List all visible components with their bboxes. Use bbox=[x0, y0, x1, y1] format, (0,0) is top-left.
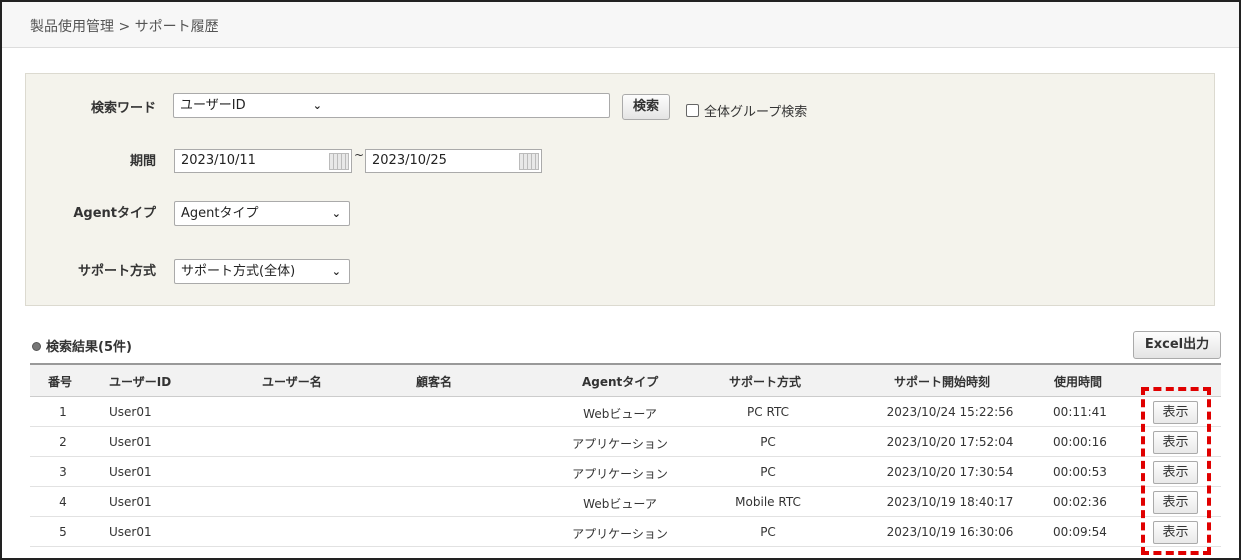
header-user-id: ユーザーID bbox=[109, 375, 172, 389]
cell-no: 3 bbox=[59, 465, 67, 479]
cell-duration: 00:00:16 bbox=[1053, 435, 1107, 449]
header-user-name: ユーザー名 bbox=[262, 375, 322, 389]
chevron-down-icon: ⌄ bbox=[331, 207, 341, 220]
cell-no: 2 bbox=[59, 435, 67, 449]
cell-duration: 00:00:53 bbox=[1053, 465, 1107, 479]
header-agent-type: Agentタイプ bbox=[582, 375, 659, 389]
table-row: 4 User01 Webビューア Mobile RTC 2023/10/19 18:40… bbox=[30, 487, 1221, 517]
cell-agent-type: アプリケーション bbox=[572, 437, 668, 451]
excel-export-button[interactable]: Excel出力 bbox=[1133, 331, 1221, 359]
calendar-icon[interactable] bbox=[329, 153, 349, 170]
header-start-time: サポート開始時刻 bbox=[894, 375, 991, 389]
keyword-type-value: ユーザーID bbox=[180, 98, 246, 113]
cell-start: 2023/10/20 17:30:54 bbox=[886, 465, 1014, 479]
support-method-select[interactable]: サポート方式(全体) ⌄ bbox=[174, 259, 350, 284]
cell-start: 2023/10/24 15:22:56 bbox=[886, 405, 1014, 419]
cell-start: 2023/10/20 17:52:04 bbox=[886, 435, 1014, 449]
cell-no: 4 bbox=[59, 495, 67, 509]
keyword-label: 検索ワード bbox=[90, 101, 156, 116]
search-panel: 検索ワード ユーザーID ⌄ 検索 全体グループ検索 期間 2023/10/11… bbox=[25, 73, 1215, 306]
cell-user-id: User01 bbox=[109, 495, 152, 509]
cell-method: PC bbox=[760, 465, 776, 479]
cell-duration: 00:11:41 bbox=[1053, 405, 1107, 419]
cell-no: 1 bbox=[59, 405, 67, 419]
cell-no: 5 bbox=[59, 525, 67, 539]
keyword-input[interactable]: ユーザーID ⌄ bbox=[173, 93, 610, 118]
cell-user-id: User01 bbox=[109, 405, 152, 419]
cell-duration: 00:02:36 bbox=[1053, 495, 1107, 509]
date-from-input[interactable]: 2023/10/11 bbox=[174, 149, 352, 173]
keyword-type-select[interactable]: ユーザーID ⌄ bbox=[174, 94, 330, 119]
header-customer: 顧客名 bbox=[416, 375, 453, 389]
table-row: 1 User01 Webビューア PC RTC 2023/10/24 15:22:56 0… bbox=[30, 397, 1221, 427]
support-method-label: サポート方式 bbox=[77, 264, 156, 279]
view-buttons-highlight bbox=[1141, 387, 1211, 555]
table-row: 2 User01 アプリケーション PC 2023/10/20 17:52:04 00:0… bbox=[30, 427, 1221, 457]
cell-agent-type: Webビューア bbox=[583, 497, 657, 511]
cell-agent-type: アプリケーション bbox=[572, 467, 668, 481]
agent-type-value: Agentタイプ bbox=[181, 206, 259, 221]
results-title: 検索結果(5件) bbox=[32, 336, 132, 355]
cell-start: 2023/10/19 18:40:17 bbox=[886, 495, 1014, 509]
table-header: 番号 ユーザーID ユーザー名 顧客名 Agentタイプ サポート方式 サポート… bbox=[30, 363, 1221, 397]
table-row: 3 User01 アプリケーション PC 2023/10/20 17:30:54 00:0… bbox=[30, 457, 1221, 487]
table-row: 5 User01 アプリケーション PC 2023/10/19 16:30:06 00:0… bbox=[30, 517, 1221, 547]
date-to-value: 2023/10/25 bbox=[372, 153, 447, 168]
calendar-icon[interactable] bbox=[519, 153, 539, 170]
cell-method: PC bbox=[760, 435, 776, 449]
cell-agent-type: Webビューア bbox=[583, 407, 657, 421]
search-button[interactable]: 検索 bbox=[622, 94, 670, 120]
breadcrumb-bar: 製品使用管理 > サポート履歴 bbox=[2, 2, 1239, 48]
cell-method: PC RTC bbox=[747, 405, 789, 419]
date-separator: ~ bbox=[354, 148, 365, 162]
cell-agent-type: アプリケーション bbox=[572, 527, 668, 541]
agent-type-label: Agentタイプ bbox=[73, 206, 156, 221]
cell-user-id: User01 bbox=[109, 465, 152, 479]
breadcrumb: 製品使用管理 > サポート履歴 bbox=[30, 19, 219, 35]
chevron-down-icon: ⌄ bbox=[331, 265, 341, 278]
date-from-value: 2023/10/11 bbox=[181, 153, 256, 168]
all-group-label: 全体グループ検索 bbox=[704, 105, 808, 120]
cell-method: Mobile RTC bbox=[735, 495, 801, 509]
chevron-down-icon: ⌄ bbox=[312, 99, 322, 112]
cell-user-id: User01 bbox=[109, 525, 152, 539]
header-number: 番号 bbox=[48, 375, 73, 389]
cell-method: PC bbox=[760, 525, 776, 539]
header-duration: 使用時間 bbox=[1054, 375, 1103, 389]
date-to-input[interactable]: 2023/10/25 bbox=[365, 149, 542, 173]
cell-start: 2023/10/19 16:30:06 bbox=[886, 525, 1014, 539]
header-support-method: サポート方式 bbox=[729, 375, 802, 389]
cell-user-id: User01 bbox=[109, 435, 152, 449]
all-group-checkbox[interactable] bbox=[686, 104, 699, 117]
cell-duration: 00:09:54 bbox=[1053, 525, 1107, 539]
bullet-icon bbox=[32, 342, 41, 351]
agent-type-select[interactable]: Agentタイプ ⌄ bbox=[174, 201, 350, 226]
period-label: 期間 bbox=[129, 154, 156, 169]
support-method-value: サポート方式(全体) bbox=[181, 264, 296, 279]
